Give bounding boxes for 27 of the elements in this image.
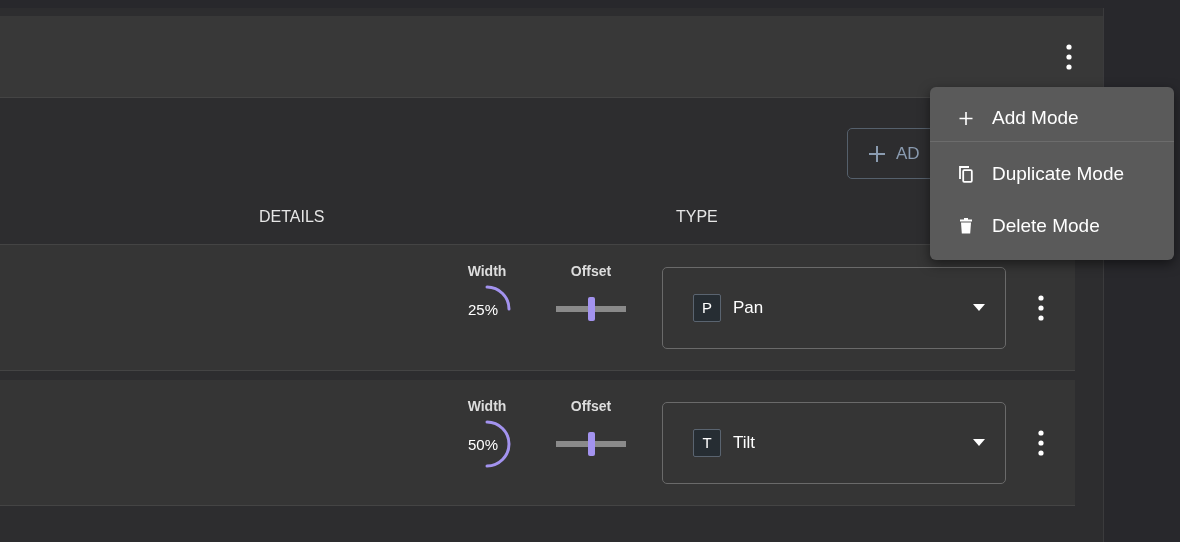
- type-letter-badge: P: [693, 293, 721, 322]
- more-icon[interactable]: [1038, 294, 1044, 321]
- caret-icon: [973, 439, 985, 446]
- caret-icon: [973, 304, 985, 311]
- more-icon[interactable]: [1066, 43, 1072, 70]
- menu-item[interactable]: Delete Mode: [930, 200, 1174, 252]
- width-value: 50%: [467, 435, 499, 453]
- type-letter-badge: T: [693, 428, 721, 457]
- width-label: Width: [467, 262, 507, 279]
- type-value: Tilt: [733, 432, 757, 453]
- width-value: 25%: [467, 300, 499, 318]
- width-label: Width: [467, 397, 507, 414]
- slider-thumb[interactable]: [588, 296, 595, 321]
- offset-label: Offset: [570, 262, 612, 279]
- slider-thumb[interactable]: [588, 431, 595, 456]
- width-knob[interactable]: 25%: [461, 282, 513, 335]
- menu-item[interactable]: Duplicate Mode: [930, 148, 1174, 200]
- width-knob[interactable]: 50%: [461, 417, 513, 470]
- type-select[interactable]: T Tilt: [662, 401, 1006, 484]
- more-icon[interactable]: [1038, 429, 1044, 456]
- column-header: TYPE: [676, 208, 718, 226]
- column-header: DETAILS: [259, 208, 325, 226]
- copy-icon: [956, 165, 976, 183]
- offset-label: Offset: [570, 397, 612, 414]
- type-select[interactable]: P Pan: [662, 266, 1006, 349]
- plus-icon: [868, 144, 886, 163]
- type-value: Pan: [733, 297, 765, 318]
